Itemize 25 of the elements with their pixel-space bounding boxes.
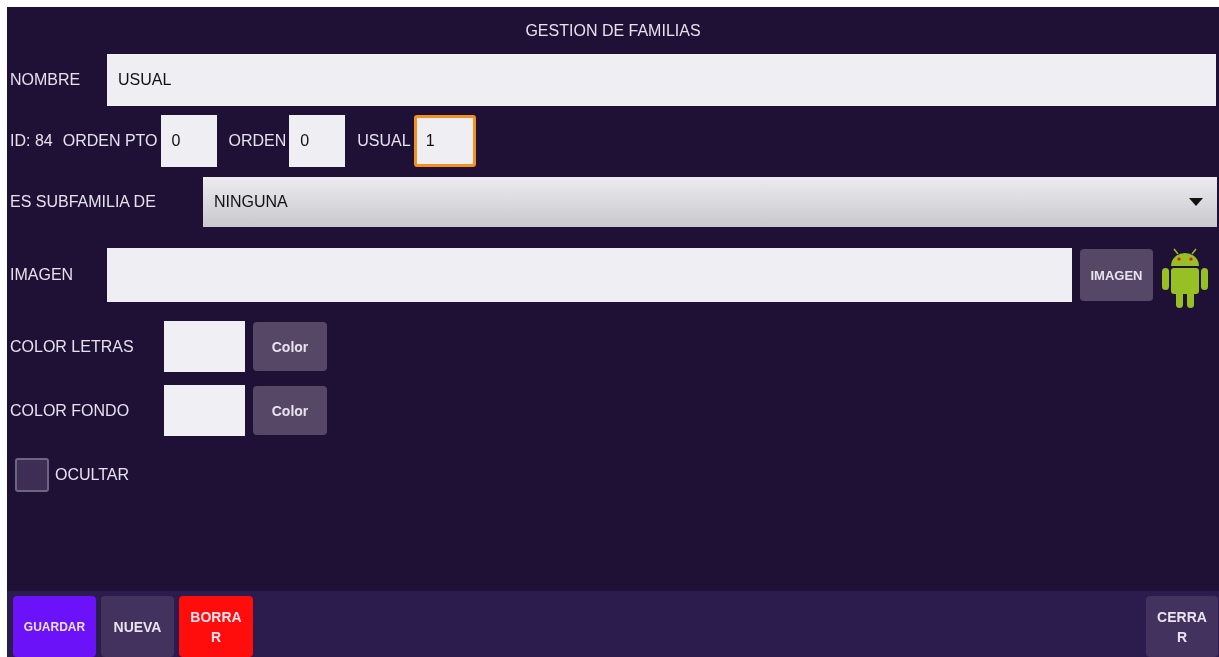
field-label: NOMBRE xyxy=(9,71,82,89)
checkbox-label: OCULTAR xyxy=(54,466,130,484)
field-label: COLOR FONDO xyxy=(9,401,131,420)
field-label: COLOR LETRAS xyxy=(9,337,135,356)
number-field[interactable]: 1 xyxy=(413,115,476,167)
color-button[interactable]: Color xyxy=(253,322,327,371)
caret-icon xyxy=(1189,198,1203,206)
field-label: ORDEN PTO xyxy=(61,132,159,150)
screen-title: GESTION DE FAMILIAS xyxy=(524,21,702,39)
image-field[interactable] xyxy=(107,248,1072,302)
field-label: USUAL xyxy=(356,132,412,150)
checkbox[interactable] xyxy=(15,458,49,492)
number-field[interactable]: 0 xyxy=(160,115,217,167)
field-label: ORDEN xyxy=(227,132,288,150)
image-button[interactable]: IMAGEN xyxy=(1080,249,1153,301)
action-button[interactable]: GUARDAR xyxy=(13,596,96,657)
field-label: ES SUBFAMILIA DE xyxy=(9,193,157,211)
color-button[interactable]: Color xyxy=(253,386,327,435)
action-button[interactable]: CERRAR xyxy=(1146,596,1218,657)
number-field[interactable]: 0 xyxy=(289,115,346,167)
name-field[interactable]: USUAL xyxy=(107,54,1216,106)
subfamily-dropdown[interactable]: NINGUNA xyxy=(203,177,1217,227)
field-label: IMAGEN xyxy=(9,266,75,284)
action-button[interactable]: NUEVA xyxy=(101,596,174,657)
id-label: ID: 84 xyxy=(9,132,53,150)
